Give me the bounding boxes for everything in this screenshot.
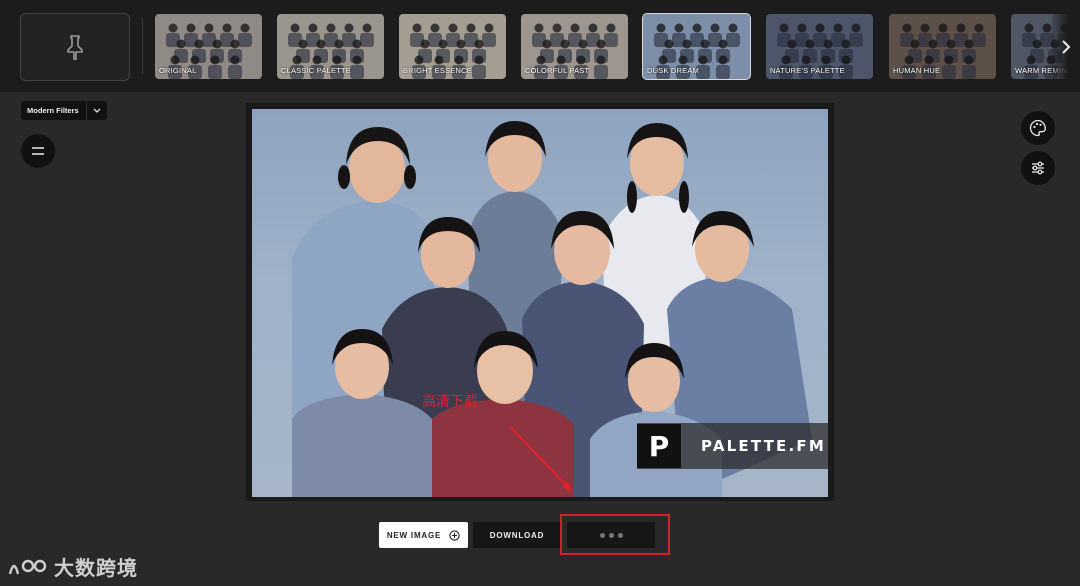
- filter-thumb[interactable]: ORIGINAL: [155, 14, 262, 79]
- filter-thumb[interactable]: CLASSIC PALETTE: [277, 14, 384, 79]
- palette-icon: [1029, 119, 1046, 137]
- colorized-photo: 高清下载 P PALETTE.FM: [252, 109, 828, 497]
- watermark-logo: P: [637, 424, 681, 468]
- photo-frame: 高清下载 P PALETTE.FM: [246, 103, 834, 501]
- menu-icon: [32, 147, 44, 155]
- filter-label: COLORFUL PAST: [525, 66, 590, 75]
- pin-icon: [67, 35, 83, 60]
- palette-button[interactable]: [1021, 111, 1055, 145]
- filter-label: HUMAN HUE: [893, 66, 941, 75]
- sliders-icon: [1032, 161, 1044, 175]
- download-button[interactable]: DOWNLOAD: [473, 522, 561, 548]
- download-label: DOWNLOAD: [489, 530, 545, 540]
- chevron-right-icon: [1062, 39, 1071, 54]
- strip-divider: [142, 18, 143, 74]
- adjust-button[interactable]: [1021, 151, 1055, 185]
- new-image-button[interactable]: NEW IMAGE: [379, 522, 468, 548]
- watermark-text: PALETTE.FM: [701, 437, 826, 455]
- filter-label: BRIGHT ESSENCE: [403, 66, 472, 75]
- filter-thumb[interactable]: NATURE'S PALETTE: [766, 14, 873, 79]
- brand-logo: 大数跨境: [8, 552, 138, 581]
- filter-category-label: Modern Filters: [27, 106, 79, 115]
- filter-label: CLASSIC PALETTE: [281, 66, 351, 75]
- filter-thumb[interactable]: HUMAN HUE: [889, 14, 996, 79]
- plus-circle-icon: [449, 529, 460, 541]
- chevron-down-icon: [86, 101, 107, 120]
- filter-label: DUSK DREAM: [647, 66, 700, 75]
- pin-button[interactable]: [20, 13, 130, 81]
- filter-thumb[interactable]: COLORFUL PAST: [521, 14, 628, 79]
- filter-strip: ORIGINAL CLASSIC PALETTE BRIGHT ESSENCE COL…: [0, 0, 1080, 92]
- filter-thumb[interactable]: DUSK DREAM: [642, 13, 751, 80]
- filter-thumb[interactable]: BRIGHT ESSENCE: [399, 14, 506, 79]
- filter-category-select[interactable]: Modern Filters: [21, 101, 107, 120]
- highlight-annotation-box: [560, 514, 670, 555]
- watermark: P PALETTE.FM: [637, 423, 828, 469]
- next-filters-button[interactable]: [1052, 14, 1080, 79]
- filter-label: NATURE'S PALETTE: [770, 66, 845, 75]
- new-image-label: NEW IMAGE: [386, 530, 442, 540]
- brand-name: 大数跨境: [54, 556, 138, 580]
- menu-button[interactable]: [21, 134, 55, 168]
- brand-mark-icon: [8, 559, 47, 574]
- filter-label: ORIGINAL: [159, 66, 197, 75]
- annotation-label: 高清下载: [422, 394, 478, 410]
